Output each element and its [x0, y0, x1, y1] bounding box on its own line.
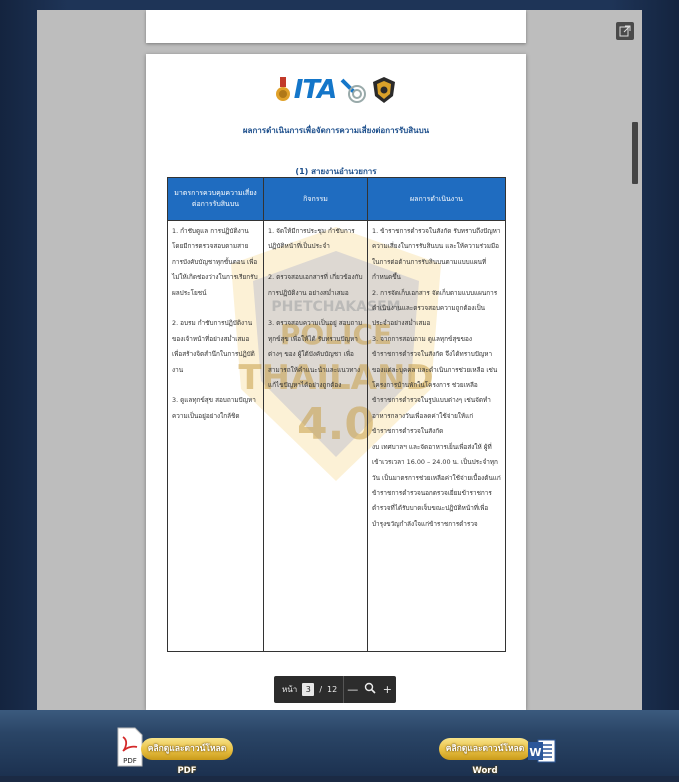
- word-icon-label: W: [529, 746, 541, 759]
- table-cell-measures: 1. กำชับดูแล การปฏิบัติงานโดยมีการตรวจสอ…: [167, 220, 264, 652]
- measures-table: มาตรการควบคุมความเสี่ยงต่อการรับสินบน กิ…: [167, 177, 506, 652]
- previous-page-tail: [146, 10, 526, 43]
- document-title: ผลการดำเนินการเพื่อจัดการความเสี่ยงต่อกา…: [242, 126, 430, 135]
- table-header-results: ผลการดำเนินงาน: [367, 177, 506, 221]
- page-number-input[interactable]: 3: [302, 683, 315, 696]
- table-cell-activities: 1. จัดให้มีการประชุม กำชับการปฏิบัติหน้า…: [263, 220, 368, 652]
- download-pdf-button[interactable]: คลิกดูและดาวน์โหลด PDF: [141, 738, 233, 776]
- ita-logo: ITA: [293, 75, 338, 105]
- table-header-activities: กิจกรรม: [263, 177, 368, 221]
- header-logos: ITA: [146, 72, 526, 108]
- page-separator: /: [319, 685, 323, 694]
- zoom-in-button[interactable]: +: [379, 683, 396, 696]
- police-medal-icon: [275, 77, 290, 101]
- download-word-button[interactable]: คลิกดูและดาวน์โหลด Word: [439, 738, 531, 776]
- ita-swoosh-icon: [340, 78, 367, 103]
- pdf-icon-label: PDF: [123, 757, 137, 765]
- police-badge-icon: [373, 77, 396, 103]
- document-viewer[interactable]: ITA ผลการดำเนินการเพื่อจัดการความเสี่ยงต…: [37, 10, 642, 710]
- document-page: ITA ผลการดำเนินการเพื่อจัดการความเสี่ยงต…: [146, 54, 526, 710]
- footer-background: [0, 710, 679, 776]
- table-cell-results: 1. ข้าราชการตำรวจในสังกัด รับทราบถึงปัญห…: [367, 220, 506, 652]
- total-pages: 12: [327, 685, 338, 694]
- viewer-scrollbar[interactable]: [632, 122, 638, 184]
- page-label: หน้า: [282, 685, 298, 694]
- zoom-icon[interactable]: [361, 682, 378, 697]
- table-row: 1. กำชับดูแล การปฏิบัติงานโดยมีการตรวจสอ…: [167, 220, 506, 652]
- table-header-row: มาตรการควบคุมความเสี่ยงต่อการรับสินบน กิ…: [167, 177, 506, 221]
- page-toolbar: หน้า 3 / 12 — +: [274, 676, 396, 703]
- cell-text: 1. จัดให้มีการประชุม กำชับการปฏิบัติหน้า…: [268, 227, 363, 390]
- word-file-icon[interactable]: W: [528, 737, 556, 765]
- table-header-measures: มาตรการควบคุมความเสี่ยงต่อการรับสินบน: [167, 177, 264, 221]
- popout-icon[interactable]: [616, 22, 634, 40]
- cell-text: 1. ข้าราชการตำรวจในสังกัด รับทราบถึงปัญห…: [372, 227, 501, 528]
- pdf-file-icon[interactable]: PDF: [117, 727, 143, 767]
- zoom-out-button[interactable]: —: [344, 683, 361, 696]
- cell-text: 1. กำชับดูแล การปฏิบัติงานโดยมีการตรวจสอ…: [172, 227, 258, 420]
